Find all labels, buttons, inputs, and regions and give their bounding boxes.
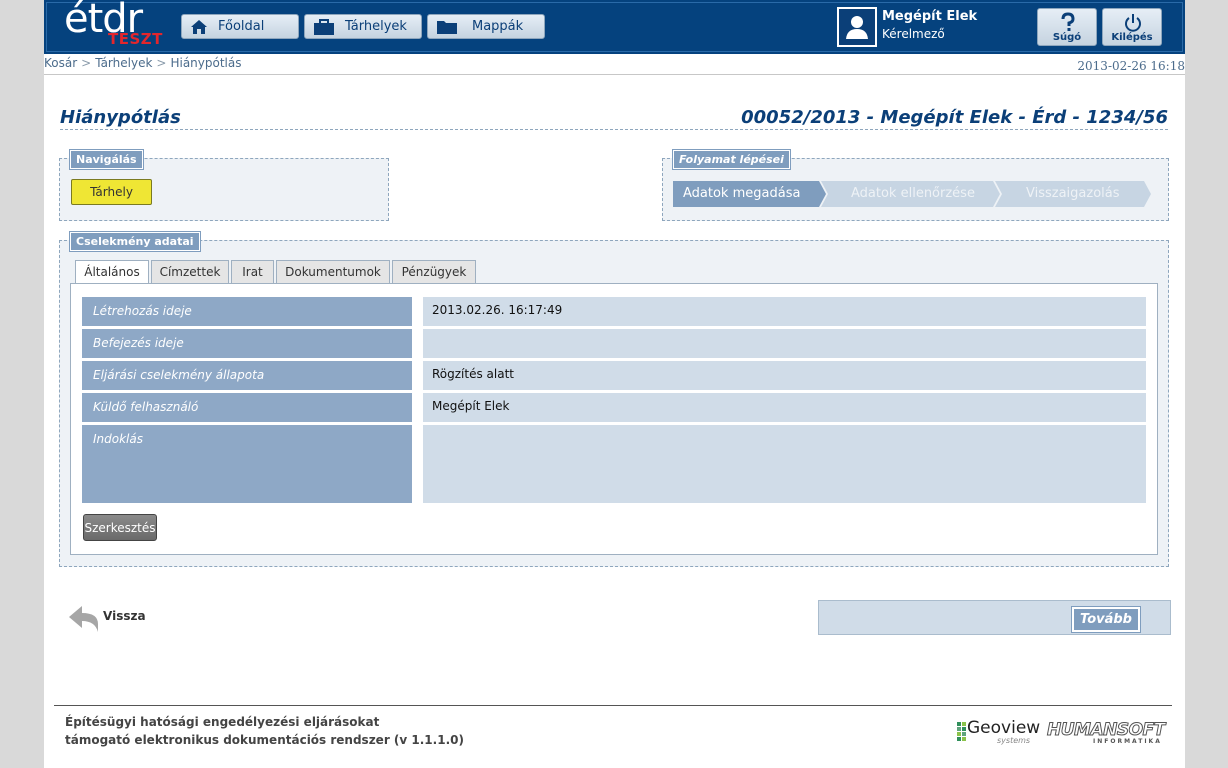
field-label-sender: Küldő felhasználó xyxy=(82,393,412,422)
tab-general[interactable]: Általános xyxy=(75,260,149,284)
next-button[interactable]: Tovább xyxy=(1072,607,1140,632)
tab-documents[interactable]: Dokumentumok xyxy=(276,260,390,283)
back-arrow-icon xyxy=(69,606,98,632)
back-button-label: Vissza xyxy=(103,609,146,623)
nav-button-home-label: Főoldal xyxy=(218,19,265,34)
navigation-legend: Navigálás xyxy=(70,150,143,169)
geoview-logo-sub: systems xyxy=(997,736,1031,745)
field-label-created: Létrehozás ideje xyxy=(82,297,412,326)
breadcrumb-separator: > xyxy=(156,56,167,70)
field-label-finished: Befejezés ideje xyxy=(82,329,412,358)
field-label-reason: Indoklás xyxy=(82,425,412,503)
page-title: Hiánypótlás xyxy=(60,107,181,128)
home-icon xyxy=(190,18,208,36)
process-step-2: Adatok ellenőrzése xyxy=(851,186,975,201)
breadcrumb: Kosár > Tárhelyek > Hiánypótlás xyxy=(44,56,242,70)
tab-recipients[interactable]: Címzettek xyxy=(151,260,229,283)
page: étdr TESZT Főoldal Tárhelyek Mappák Megé… xyxy=(44,0,1185,768)
general-tab-panel: Létrehozás ideje 2013.02.26. 16:17:49 Be… xyxy=(70,283,1158,555)
geoview-logo: Geoview systems xyxy=(957,718,1047,746)
case-title: 00052/2013 - Megépít Elek - Érd - 1234/5… xyxy=(741,107,1168,128)
user-icon xyxy=(846,16,868,39)
breadcrumb-item-cart[interactable]: Kosár xyxy=(44,56,77,70)
nav-button-folders-label: Mappák xyxy=(472,19,524,34)
field-value-reason xyxy=(423,425,1146,503)
etdr-logo[interactable]: étdr TESZT xyxy=(64,0,164,48)
nav-button-storages-label: Tárhelyek xyxy=(345,19,407,34)
process-step-3: Visszaigazolás xyxy=(1026,186,1120,201)
humansoft-logo-sub: INFORMATIKA xyxy=(1093,738,1162,745)
footer-text-line2: támogató elektronikus dokumentációs rend… xyxy=(65,733,464,747)
humansoft-logo-text: HUMANSOFT xyxy=(1047,720,1166,741)
field-value-created: 2013.02.26. 16:17:49 xyxy=(423,297,1146,326)
field-label-status: Eljárási cselekmény állapota xyxy=(82,361,412,390)
briefcase-icon xyxy=(313,18,335,36)
logo-teszt-badge: TESZT xyxy=(108,30,163,48)
geoview-logo-text: Geoview xyxy=(967,718,1041,738)
field-value-status: Rögzítés alatt xyxy=(423,361,1146,390)
process-step-1: Adatok megadása xyxy=(683,186,801,201)
power-icon xyxy=(1123,12,1143,34)
nav-button-home[interactable]: Főoldal xyxy=(181,14,299,39)
current-datetime: 2013-02-26 16:18 xyxy=(1077,59,1185,73)
tab-document[interactable]: Irat xyxy=(231,260,274,283)
footer-text-line1: Építésügyi hatósági engedélyezési eljárá… xyxy=(65,715,380,729)
breadcrumb-item-current: Hiánypótlás xyxy=(170,56,242,70)
folder-icon xyxy=(436,18,458,36)
title-divider xyxy=(60,129,1168,130)
user-avatar[interactable] xyxy=(837,7,877,47)
question-icon xyxy=(1058,12,1078,34)
process-legend: Folyamat lépései xyxy=(673,150,790,169)
user-role: Kérelmező xyxy=(882,27,945,41)
footer-divider xyxy=(54,705,1172,706)
process-steps-panel: Folyamat lépései Adatok megadása Adatok … xyxy=(662,150,1169,221)
help-button-label: Súgó xyxy=(1052,32,1082,43)
user-name: Megépít Elek xyxy=(882,9,978,24)
back-button[interactable]: Vissza xyxy=(68,604,148,634)
logout-button[interactable]: Kilépés xyxy=(1102,8,1162,46)
geoview-mark xyxy=(957,722,966,741)
navigation-panel: Navigálás Tárhely xyxy=(59,150,389,221)
logout-button-label: Kilépés xyxy=(1111,32,1153,43)
field-value-sender: Megépít Elek xyxy=(423,393,1146,422)
help-button[interactable]: Súgó xyxy=(1037,8,1097,46)
field-value-finished xyxy=(423,329,1146,358)
tab-finances[interactable]: Pénzügyek xyxy=(392,260,476,283)
action-data-legend: Cselekmény adatai xyxy=(70,232,200,251)
breadcrumb-separator: > xyxy=(81,56,92,70)
header-bar: étdr TESZT Főoldal Tárhelyek Mappák Megé… xyxy=(44,0,1185,56)
nav-button-folders[interactable]: Mappák xyxy=(427,14,545,39)
nav-button-storages[interactable]: Tárhelyek xyxy=(304,14,422,39)
next-bar: Tovább xyxy=(818,600,1171,635)
humansoft-logo: HUMANSOFT INFORMATIKA xyxy=(1047,720,1167,746)
storage-button[interactable]: Tárhely xyxy=(71,179,152,205)
edit-button[interactable]: Szerkesztés xyxy=(83,514,157,541)
breadcrumb-item-storages[interactable]: Tárhelyek xyxy=(95,56,152,70)
